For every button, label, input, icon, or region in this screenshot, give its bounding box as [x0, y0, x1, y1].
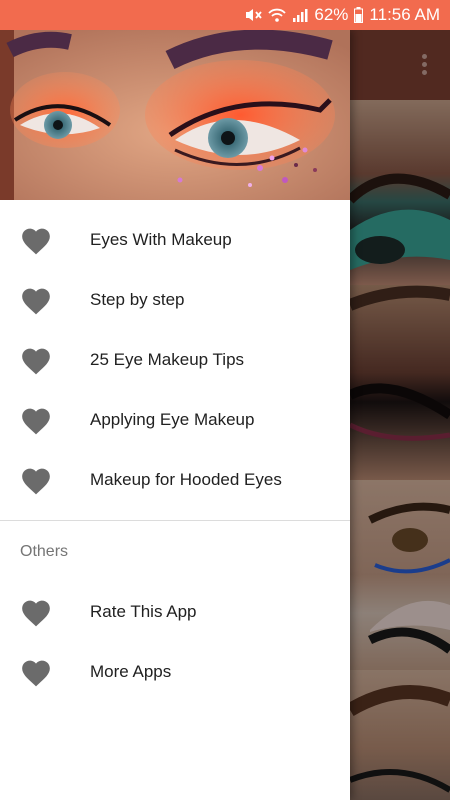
menu-item-label: Applying Eye Makeup	[90, 410, 255, 429]
heart-icon	[22, 600, 50, 627]
status-bar: 62% 11:56 AM	[0, 0, 450, 30]
battery-percent: 62%	[314, 5, 349, 24]
menu-item-label: Rate This App	[90, 602, 197, 621]
wifi-icon	[268, 7, 287, 23]
battery-icon	[354, 7, 364, 23]
menu-item-label: More Apps	[90, 662, 172, 681]
menu-item-label: Makeup for Hooded Eyes	[90, 470, 282, 489]
menu-item-rate-this-app[interactable]: Rate This App	[0, 582, 350, 642]
heart-icon	[22, 288, 50, 315]
menu-item-more-apps[interactable]: More Apps	[0, 642, 350, 702]
menu-item-eye-makeup-tips[interactable]: 25 Eye Makeup Tips	[0, 330, 350, 390]
drawer-scrim[interactable]	[350, 30, 450, 800]
heart-icon	[22, 228, 50, 255]
menu-item-label: Step by step	[90, 290, 185, 309]
menu-divider	[0, 520, 350, 521]
navigation-drawer: Eyes With Makeup Step by step 25 Eye Mak…	[0, 30, 350, 800]
heart-icon	[22, 468, 50, 495]
menu-item-step-by-step[interactable]: Step by step	[0, 270, 350, 330]
heart-icon	[22, 660, 50, 687]
drawer-header-image	[0, 30, 350, 200]
signal-icon	[292, 7, 308, 23]
menu-item-makeup-for-hooded-eyes[interactable]: Makeup for Hooded Eyes	[0, 450, 350, 510]
menu-item-label: 25 Eye Makeup Tips	[90, 350, 245, 369]
menu-item-label: Eyes With Makeup	[90, 230, 232, 249]
menu-item-eyes-with-makeup[interactable]: Eyes With Makeup	[0, 210, 350, 270]
section-title-others: Others	[20, 543, 69, 560]
menu-item-applying-eye-makeup[interactable]: Applying Eye Makeup	[0, 390, 350, 450]
clock: 11:56 AM	[369, 5, 440, 24]
mute-icon	[244, 7, 263, 23]
heart-icon	[22, 408, 50, 435]
heart-icon	[22, 348, 50, 375]
